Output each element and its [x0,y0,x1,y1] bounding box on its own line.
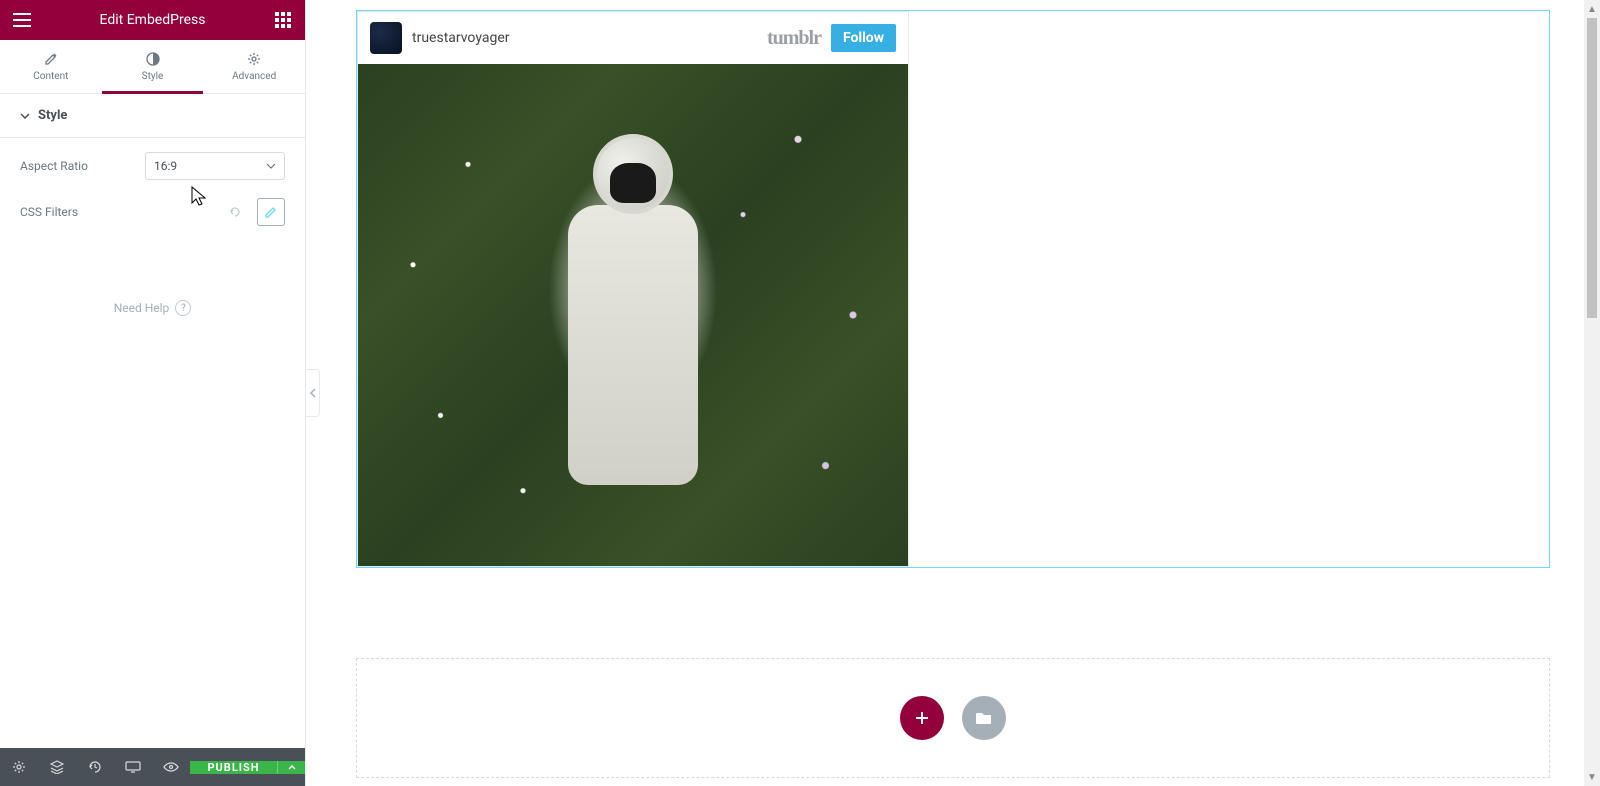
add-section-button[interactable] [900,696,944,740]
section-title: Style [38,108,67,123]
gear-icon [246,51,262,67]
history-button[interactable] [76,748,114,786]
scroll-thumb[interactable] [1587,18,1597,318]
panel-body: Style Aspect Ratio 16:9 CSS Filters [0,94,305,748]
css-filters-actions [221,198,285,226]
layers-icon [50,760,64,774]
astronaut-body [568,205,698,485]
chevron-down-icon [266,163,276,169]
pencil-icon [43,51,59,67]
menu-button[interactable] [10,8,34,32]
control-label: CSS Filters [20,205,78,219]
caret-down-icon [20,111,30,121]
toolbar-left [0,748,190,786]
help-icon: ? [175,300,191,316]
bottom-toolbar: PUBLISH [0,748,305,786]
eye-icon [163,762,179,772]
control-aspect-ratio: Aspect Ratio 16:9 [20,152,285,180]
panel-title: Edit EmbedPress [100,12,206,28]
edit-filters-button[interactable] [257,198,285,226]
aspect-ratio-select[interactable]: 16:9 [145,152,285,180]
section-style-toggle[interactable]: Style [0,94,305,138]
widgets-grid-button[interactable] [271,8,295,32]
settings-button[interactable] [0,748,38,786]
control-css-filters: CSS Filters [20,198,285,226]
need-help-link[interactable]: Need Help ? [0,300,305,316]
pencil-icon [264,205,278,219]
style-controls: Aspect Ratio 16:9 CSS Filters [0,138,305,240]
publish-options-button[interactable] [277,761,305,774]
tab-style[interactable]: Style [102,40,204,93]
astronaut-visor [610,163,656,203]
tab-content[interactable]: Content [0,40,102,93]
sidebar-header: Edit EmbedPress [0,0,305,40]
scroll-up-arrow[interactable]: ▲ [1584,0,1600,18]
gear-icon [12,760,26,774]
publish-group: PUBLISH [190,761,305,774]
caret-up-icon [288,765,296,770]
panel-tabs: Content Style Advanced [0,40,305,94]
embed-header-left: truestarvoyager [370,22,509,54]
publish-label: PUBLISH [207,761,259,774]
add-section-area[interactable] [356,658,1550,778]
embed-image[interactable] [358,64,908,566]
vertical-scrollbar[interactable]: ▲ ▼ [1584,0,1600,786]
contrast-icon [145,51,161,67]
tab-label: Advanced [232,71,276,82]
panel-collapse-handle[interactable] [306,369,320,417]
folder-icon [975,710,993,726]
tab-label: Content [33,71,68,82]
canvas-inner: truestarvoyager tumblr Follow [306,0,1600,786]
responsive-button[interactable] [114,748,152,786]
preview-button[interactable] [152,748,190,786]
template-library-button[interactable] [962,696,1006,740]
help-text: Need Help [114,301,170,315]
elementor-sidebar: Edit EmbedPress Content Style Advanced [0,0,306,786]
desktop-icon [125,761,141,773]
scroll-down-arrow[interactable]: ▼ [1584,768,1600,786]
chevron-left-icon [310,388,316,398]
elementor-section-selected[interactable]: truestarvoyager tumblr Follow [356,10,1550,568]
tab-advanced[interactable]: Advanced [203,40,305,93]
undo-icon [228,205,242,219]
embed-header-right: tumblr Follow [767,24,896,52]
control-label: Aspect Ratio [20,159,88,173]
publish-button[interactable]: PUBLISH [190,761,277,774]
history-icon [88,760,102,774]
plus-icon [913,709,931,727]
follow-button[interactable]: Follow [831,24,896,52]
tumblr-embed-card: truestarvoyager tumblr Follow [357,11,909,567]
avatar[interactable] [370,22,402,54]
navigator-button[interactable] [38,748,76,786]
tab-label: Style [142,71,164,82]
embed-header: truestarvoyager tumblr Follow [358,12,908,64]
tumblr-logo[interactable]: tumblr [767,27,821,50]
reset-filters-button[interactable] [221,198,249,226]
astronaut-helmet [593,134,673,214]
username-link[interactable]: truestarvoyager [412,30,509,46]
editor-canvas: truestarvoyager tumblr Follow [306,0,1600,786]
select-value: 16:9 [154,159,177,173]
